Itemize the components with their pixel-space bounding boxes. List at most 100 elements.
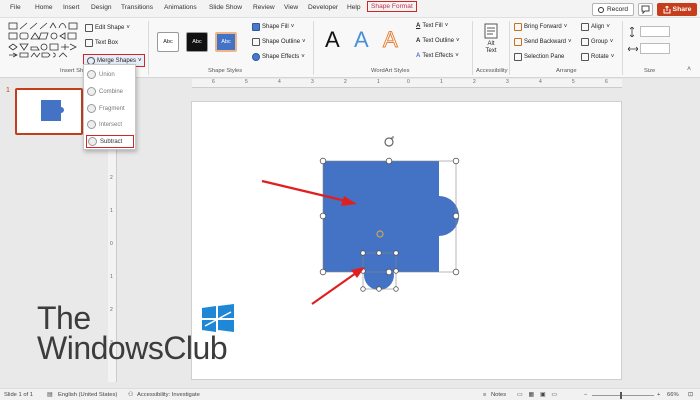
chevron-down-icon: ˅: [563, 24, 568, 30]
ruler-number: 6: [212, 79, 215, 85]
ruler-number: 3: [506, 79, 509, 85]
send-backward-button[interactable]: Send Backward ˅: [514, 38, 572, 46]
shape-effects-button[interactable]: Shape Effects ˅: [252, 53, 305, 61]
share-label: Share: [672, 6, 692, 13]
tab-animations[interactable]: Animations: [164, 4, 197, 11]
shape-outline-button[interactable]: Shape Outline ˅: [252, 38, 306, 46]
shape-width-input[interactable]: [640, 43, 670, 54]
collapse-ribbon-icon[interactable]: ˄: [687, 66, 691, 73]
merge-union-item[interactable]: Union: [87, 70, 115, 79]
horizontal-ruler: 6 5 4 3 2 1 0 1 2 3 4 5 6: [192, 79, 622, 88]
shape-outline-label: Shape Outline: [262, 39, 301, 45]
tab-shape-format[interactable]: Shape Format: [367, 1, 417, 12]
text-effects-icon: A: [416, 53, 421, 59]
text-fill-icon: A: [416, 23, 421, 29]
style-swatch-blue[interactable]: Abc: [215, 32, 237, 52]
ruler-number: 2: [473, 79, 476, 85]
tab-developer[interactable]: Developer: [308, 4, 338, 11]
ruler-number: 3: [311, 79, 314, 85]
rotate-button[interactable]: Rotate ˅: [581, 53, 614, 61]
zoom-slider[interactable]: [592, 395, 654, 396]
zoom-level[interactable]: 66%: [667, 392, 679, 398]
windows-logo-icon: [202, 304, 234, 332]
alt-text-label: Alt Text: [485, 41, 497, 54]
ruler-number: 1: [377, 79, 380, 85]
tab-transitions[interactable]: Transitions: [121, 4, 153, 11]
share-button[interactable]: Share: [657, 3, 697, 16]
language-status[interactable]: English (United States): [58, 392, 117, 398]
chevron-down-icon: ˅: [606, 24, 610, 30]
rotate-handle-icon[interactable]: [384, 136, 394, 147]
alt-text-button[interactable]: Alt Text: [477, 23, 505, 55]
intersect-icon: [87, 120, 96, 129]
bring-forward-button[interactable]: Bring Forward ˅: [514, 23, 567, 31]
fit-slide-icon[interactable]: ⊡: [688, 392, 693, 398]
shape-fill-button[interactable]: Shape Fill ˅: [252, 23, 294, 31]
chevron-down-icon: ˅: [126, 25, 130, 31]
shape-height-input[interactable]: [640, 26, 670, 37]
accessibility-status[interactable]: Accessibility: Investigate: [137, 392, 200, 398]
text-box-button[interactable]: Text Box: [85, 39, 118, 47]
group-icon: [581, 38, 589, 46]
tab-review[interactable]: Review: [253, 4, 275, 11]
text-effects-button[interactable]: A Text Effects ˅: [416, 53, 459, 59]
edit-shape-icon: [85, 24, 93, 32]
tab-home[interactable]: Home: [35, 4, 53, 11]
comments-button[interactable]: [638, 3, 653, 16]
tab-design[interactable]: Design: [91, 4, 112, 11]
shape-height-icon: [628, 26, 636, 39]
shape-styles-group-label: Shape Styles: [208, 68, 243, 74]
shapes-gallery[interactable]: [8, 22, 80, 64]
chevron-down-icon: ˅: [455, 53, 459, 59]
wordart-style-black[interactable]: A: [325, 27, 340, 53]
ruler-number: 0: [110, 241, 113, 247]
style-swatch-white[interactable]: Abc: [157, 32, 179, 52]
chevron-down-icon: ˅: [610, 54, 615, 60]
tab-help[interactable]: Help: [347, 4, 361, 11]
bring-forward-label: Bring Forward: [524, 24, 562, 30]
notes-button[interactable]: Notes: [491, 392, 506, 398]
text-outline-button[interactable]: A Text Outline ˅: [416, 38, 460, 44]
tab-slide-show[interactable]: Slide Show: [209, 4, 242, 11]
watermark: The WindowsClub: [37, 302, 228, 364]
chevron-down-icon: ˅: [456, 38, 460, 44]
record-icon: [598, 6, 605, 13]
zoom-out-button[interactable]: −: [584, 392, 587, 398]
spellcheck-icon[interactable]: ▤: [47, 392, 52, 398]
status-bar: Slide 1 of 1 ▤ English (United States) ⚇…: [0, 388, 700, 400]
tab-file[interactable]: File: [10, 4, 21, 11]
zoom-slider-thumb[interactable]: [620, 392, 622, 399]
zoom-in-button[interactable]: +: [657, 392, 660, 398]
wordart-style-blue[interactable]: A: [354, 27, 369, 53]
shape-fill-label: Shape Fill: [262, 24, 289, 30]
edit-shape-button[interactable]: Edit Shape ˅: [85, 24, 130, 32]
union-label: Union: [99, 71, 115, 78]
merge-intersect-item[interactable]: Intersect: [87, 120, 122, 129]
merge-fragment-item[interactable]: Fragment: [87, 104, 125, 113]
notes-icon: ≡: [483, 392, 487, 398]
send-backward-icon: [514, 38, 522, 46]
ruler-number: 1: [440, 79, 443, 85]
group-button[interactable]: Group ˅: [581, 38, 613, 46]
text-fill-button[interactable]: A Text Fill ˅: [416, 23, 448, 29]
divider: [313, 21, 314, 75]
align-button[interactable]: Align ˅: [581, 23, 610, 31]
selection-pane-icon: [514, 53, 522, 61]
merge-combine-item[interactable]: Combine: [87, 87, 123, 96]
chevron-down-icon: ˅: [609, 39, 614, 45]
record-button[interactable]: Record: [592, 3, 634, 16]
ruler-number: 2: [344, 79, 347, 85]
view-buttons[interactable]: ▭▦▣▭: [517, 392, 563, 398]
slide-canvas[interactable]: [191, 101, 622, 380]
merge-subtract-item[interactable]: Subtract: [86, 135, 134, 148]
tab-view[interactable]: View: [284, 4, 298, 11]
fragment-label: Fragment: [99, 105, 125, 112]
tab-insert[interactable]: Insert: [63, 4, 80, 11]
send-backward-label: Send Backward: [524, 39, 567, 45]
selection-pane-button[interactable]: Selection Pane: [514, 53, 564, 61]
paint-bucket-icon: [252, 23, 260, 31]
slide-thumbnail[interactable]: [15, 88, 83, 135]
wordart-style-orange[interactable]: A: [383, 27, 399, 53]
bring-forward-icon: [514, 23, 522, 31]
style-swatch-black[interactable]: Abc: [186, 32, 208, 52]
